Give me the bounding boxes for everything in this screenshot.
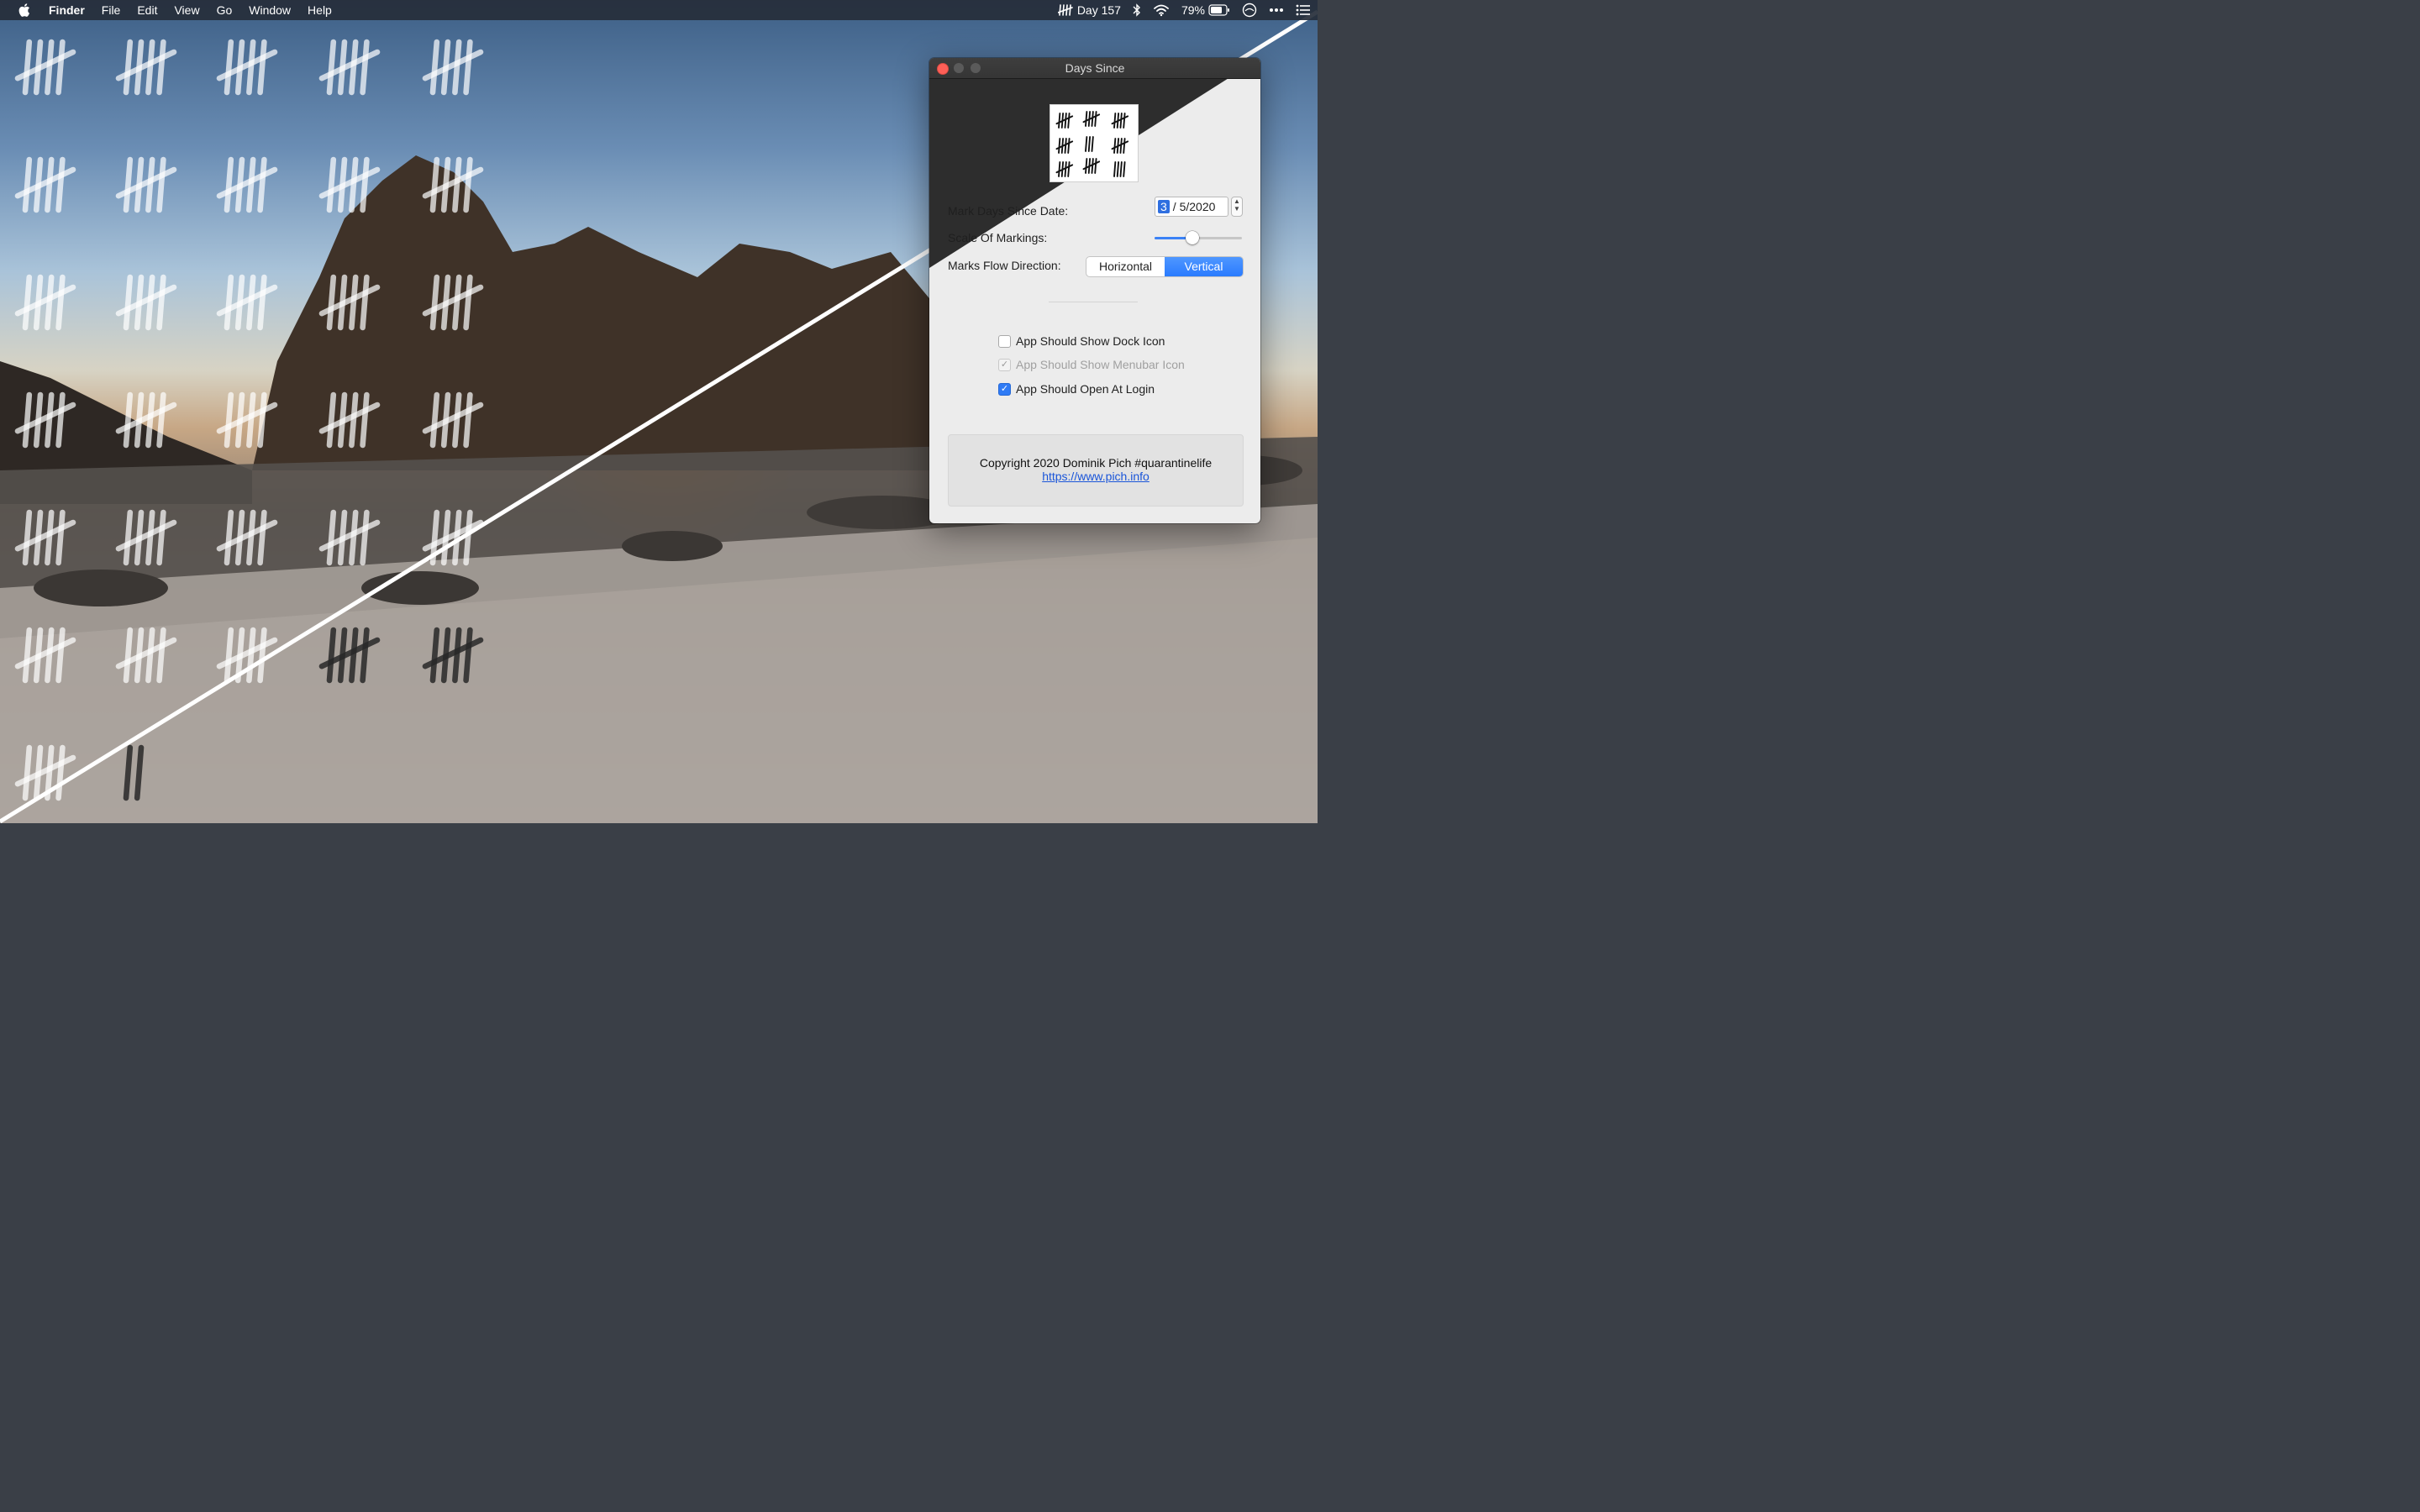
- chevron-down-icon[interactable]: ▼: [1232, 205, 1242, 213]
- date-picker[interactable]: 3 / 5/2020: [1155, 197, 1228, 217]
- days-since-window: Days Since Mark Days Since Date: 3 / 5/2…: [929, 58, 1260, 523]
- tally-mark-group: [1055, 161, 1074, 177]
- copyright-text: Copyright 2020 Dominik Pich #quarantinel…: [979, 456, 1213, 470]
- control-center-icon[interactable]: [1269, 8, 1284, 13]
- bluetooth-icon[interactable]: [1133, 3, 1141, 17]
- menubar-icon-checkbox: ✓: [998, 358, 1011, 371]
- date-label: Mark Days Since Date:: [948, 204, 1069, 218]
- window-titlebar[interactable]: Days Since: [929, 58, 1260, 79]
- chevron-up-icon[interactable]: ▲: [1232, 197, 1242, 205]
- menu-edit[interactable]: Edit: [129, 0, 166, 20]
- tally-mark-group: [1111, 113, 1129, 129]
- tally-mark-group: [1113, 161, 1126, 177]
- date-month-segment[interactable]: 3: [1158, 200, 1170, 213]
- scale-slider[interactable]: [1155, 231, 1242, 244]
- date-rest-segment[interactable]: / 5/2020: [1173, 200, 1216, 213]
- menu-window[interactable]: Window: [240, 0, 299, 20]
- notification-list-icon[interactable]: [1296, 4, 1311, 16]
- menu-finder[interactable]: Finder: [40, 0, 93, 20]
- day-counter-label: Day 157: [1076, 3, 1121, 17]
- scale-label: Scale Of Markings:: [948, 231, 1048, 244]
- tally-mark-group: [1055, 113, 1074, 129]
- open-at-login-checkbox-row[interactable]: ✓ App Should Open At Login: [998, 381, 1155, 397]
- tally-mark-group: [1085, 136, 1094, 152]
- menubar-icon-label: App Should Show Menubar Icon: [1016, 358, 1185, 371]
- tally-preview-image: [1050, 104, 1139, 182]
- dock-icon-checkbox[interactable]: [998, 334, 1011, 348]
- menu-help[interactable]: Help: [299, 0, 340, 20]
- menu-go[interactable]: Go: [208, 0, 241, 20]
- menu-file[interactable]: File: [93, 0, 129, 20]
- open-at-login-label: App Should Open At Login: [1016, 382, 1155, 396]
- tally-mark-group: [1055, 138, 1074, 154]
- battery-percent: 79%: [1181, 3, 1205, 17]
- tally-icon: [1057, 4, 1073, 16]
- flow-direction-control[interactable]: Horizontal Vertical: [1086, 256, 1244, 277]
- dock-icon-label: App Should Show Dock Icon: [1016, 334, 1165, 348]
- flow-horizontal-option[interactable]: Horizontal: [1086, 257, 1165, 276]
- battery-status[interactable]: 79%: [1181, 3, 1230, 17]
- tally-mark-group: [1082, 158, 1101, 174]
- scale-slider-knob[interactable]: [1185, 231, 1199, 244]
- website-link[interactable]: https://www.pich.info: [1042, 470, 1150, 483]
- apple-icon[interactable]: [0, 3, 40, 17]
- menubar: Finder File Edit View Go Window Help Day…: [0, 0, 1318, 20]
- battery-icon: [1208, 4, 1229, 16]
- day-counter-menu[interactable]: Day 157: [1057, 3, 1121, 17]
- open-at-login-checkbox[interactable]: ✓: [998, 382, 1011, 396]
- flow-label: Marks Flow Direction:: [948, 259, 1061, 272]
- about-box: Copyright 2020 Dominik Pich #quarantinel…: [948, 434, 1244, 507]
- wifi-icon[interactable]: [1153, 3, 1170, 17]
- window-title: Days Since: [1065, 61, 1125, 75]
- date-stepper[interactable]: ▲ ▼: [1231, 197, 1243, 217]
- tally-mark-group: [1111, 138, 1129, 154]
- menu-view[interactable]: View: [166, 0, 208, 20]
- siri-icon[interactable]: [1242, 3, 1257, 18]
- flow-vertical-option[interactable]: Vertical: [1165, 257, 1243, 276]
- tally-mark-group: [1082, 111, 1101, 127]
- menubar-icon-checkbox-row: ✓ App Should Show Menubar Icon: [998, 356, 1185, 373]
- dock-icon-checkbox-row[interactable]: App Should Show Dock Icon: [998, 333, 1165, 349]
